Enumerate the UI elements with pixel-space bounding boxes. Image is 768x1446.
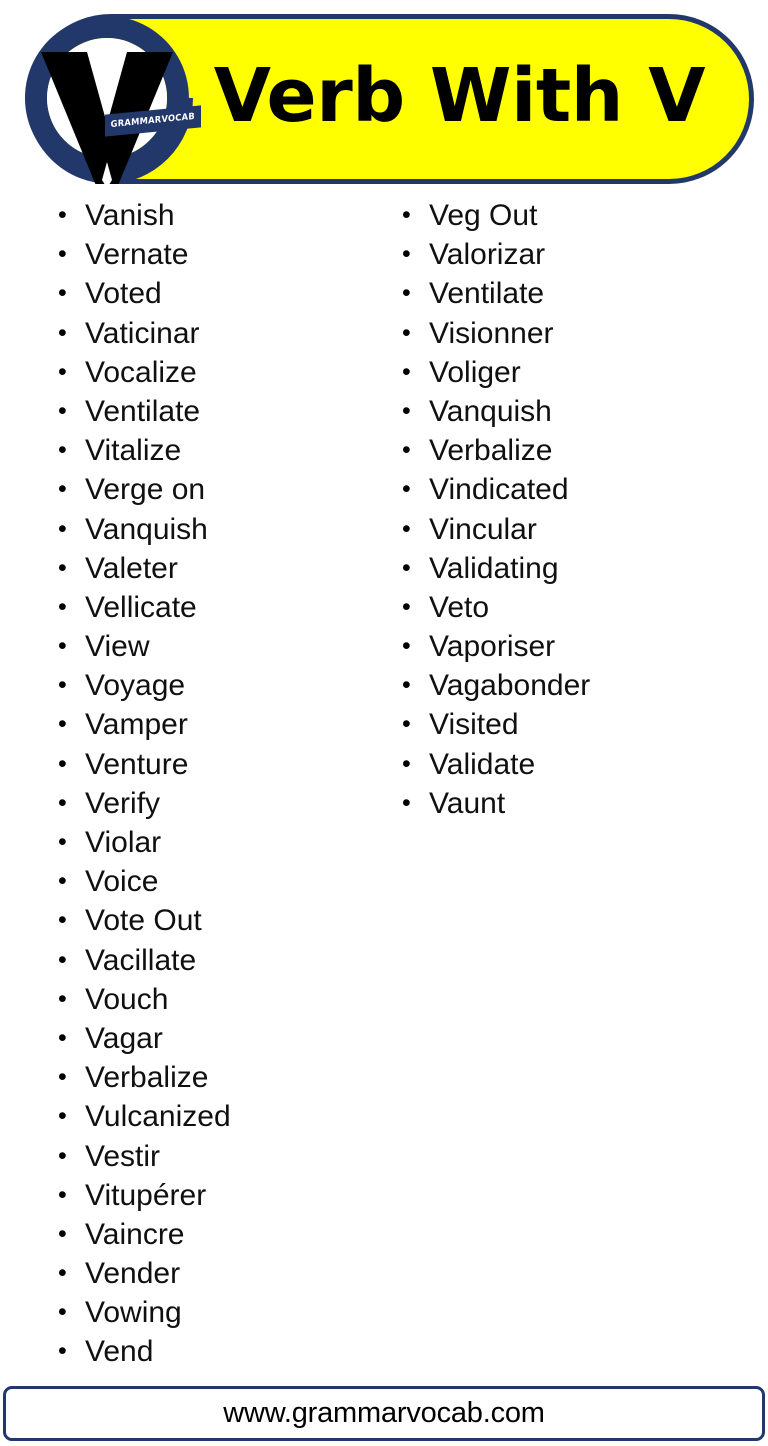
verb-list-item: Ventilate: [388, 274, 728, 313]
verb-list-item: Vitupérer: [44, 1176, 384, 1215]
verb-list-item: Vacillate: [44, 941, 384, 980]
verb-list-item: Vestir: [44, 1137, 384, 1176]
verb-list-item: Vagabonder: [388, 666, 728, 705]
verb-list-item: Voyage: [44, 666, 384, 705]
verb-list-item: Vanish: [44, 196, 384, 235]
verb-column-left: VanishVernateVotedVaticinarVocalizeVenti…: [44, 196, 384, 1372]
verb-list-item: Vaincre: [44, 1215, 384, 1254]
verb-list-item: Vagar: [44, 1019, 384, 1058]
verb-list-item: Verge on: [44, 470, 384, 509]
grammarvocab-logo: GRAMMARVOCAB: [21, 12, 201, 188]
verb-list-item: Vellicate: [44, 588, 384, 627]
verb-list-item: Vend: [44, 1332, 384, 1371]
verb-list-item: Vaunt: [388, 784, 728, 823]
verb-list-item: Ventilate: [44, 392, 384, 431]
verb-list-item: Vanquish: [44, 510, 384, 549]
verb-list-item: Voted: [44, 274, 384, 313]
verb-list-item: Valorizar: [388, 235, 728, 274]
website-url[interactable]: www.grammarvocab.com: [223, 1397, 545, 1430]
logo-mark-icon: [24, 16, 193, 184]
verb-list-item: Voice: [44, 862, 384, 901]
page-header: Verb With V GRAMMARVOCAB: [0, 0, 768, 196]
verb-list-item: Validate: [388, 745, 728, 784]
footer-bar: www.grammarvocab.com: [3, 1386, 765, 1441]
verb-list-item: Vernate: [44, 235, 384, 274]
verb-list-item: Vitalize: [44, 431, 384, 470]
page-title: Verb With V: [213, 53, 706, 139]
verb-list-item: Vanquish: [388, 392, 728, 431]
verb-list-item: Violar: [44, 823, 384, 862]
verb-list-item: Veg Out: [388, 196, 728, 235]
verb-list-item: Veto: [388, 588, 728, 627]
verb-list-item: Voliger: [388, 353, 728, 392]
verb-list-item: Vouch: [44, 980, 384, 1019]
verb-list-left: VanishVernateVotedVaticinarVocalizeVenti…: [44, 196, 384, 1372]
verb-list-item: Verbalize: [388, 431, 728, 470]
verb-list-item: Vaporiser: [388, 627, 728, 666]
verb-list-section: VanishVernateVotedVaticinarVocalizeVenti…: [0, 196, 768, 1382]
verb-list-right: Veg OutValorizarVentilateVisionnerVolige…: [388, 196, 728, 823]
verb-list-item: Visionner: [388, 314, 728, 353]
verb-list-item: Vowing: [44, 1293, 384, 1332]
verb-list-item: Vaticinar: [44, 314, 384, 353]
verb-list-item: Vamper: [44, 705, 384, 744]
verb-list-item: Vocalize: [44, 353, 384, 392]
verb-list-item: Valeter: [44, 549, 384, 588]
verb-list-item: Venture: [44, 745, 384, 784]
logo-badge-label: GRAMMARVOCAB: [110, 111, 196, 131]
verb-list-item: Vindicated: [388, 470, 728, 509]
verb-list-item: Vote Out: [44, 901, 384, 940]
verb-list-item: Visited: [388, 705, 728, 744]
verb-list-item: Vulcanized: [44, 1097, 384, 1136]
verb-list-item: Vincular: [388, 510, 728, 549]
verb-column-right: Veg OutValorizarVentilateVisionnerVolige…: [388, 196, 728, 823]
verb-list-item: Verify: [44, 784, 384, 823]
verb-list-item: Vender: [44, 1254, 384, 1293]
verb-list-item: Verbalize: [44, 1058, 384, 1097]
verb-list-item: Validating: [388, 549, 728, 588]
verb-list-item: View: [44, 627, 384, 666]
